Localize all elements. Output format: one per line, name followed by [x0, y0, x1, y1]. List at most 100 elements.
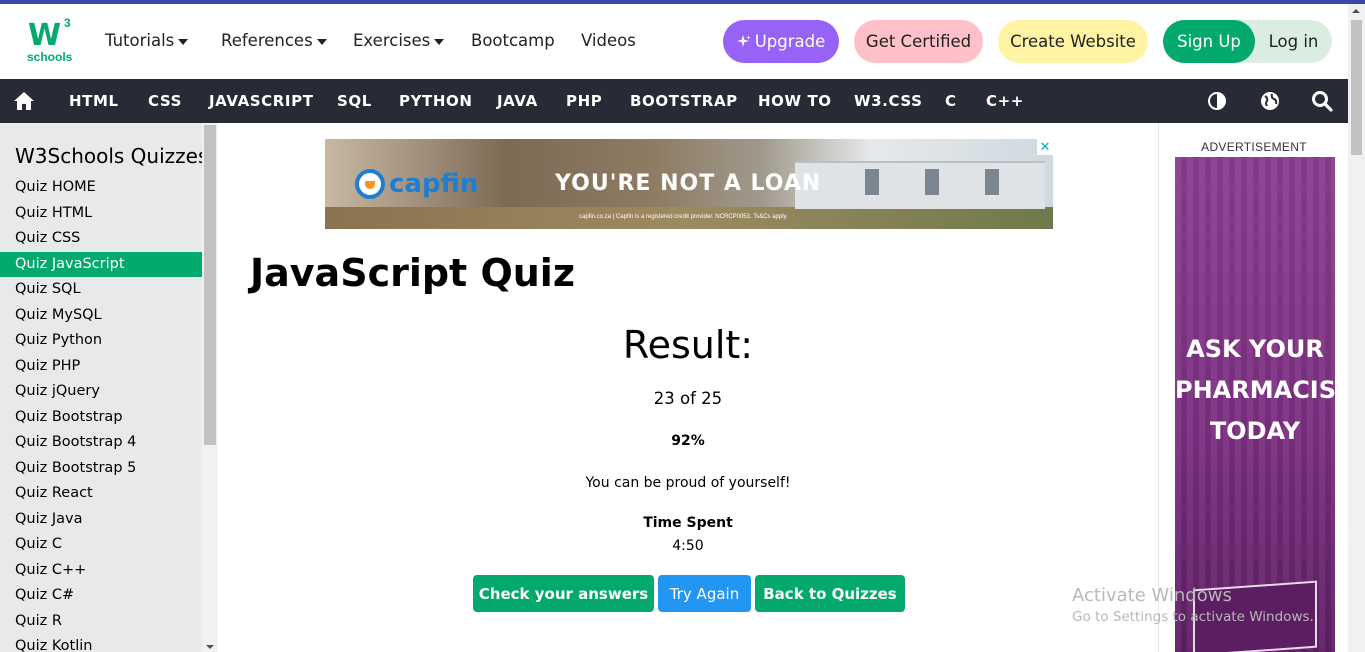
sidebar-item-quiz-php[interactable]: Quiz PHP	[0, 354, 202, 380]
ad-close-icon[interactable]: ✕	[1037, 139, 1053, 155]
sidebar-item-quiz-jquery[interactable]: Quiz jQuery	[0, 379, 202, 405]
upgrade-label: Upgrade	[754, 32, 826, 51]
get-certified-button[interactable]: Get Certified	[854, 20, 983, 63]
sidebar-scrollbar[interactable]	[202, 123, 218, 652]
check-answers-button[interactable]: Check your answers	[473, 575, 654, 612]
logo-wordmark: schools	[27, 50, 73, 64]
sidebar-item-quiz-csharp[interactable]: Quiz C#	[0, 583, 202, 609]
sidebar-item-quiz-javascript[interactable]: Quiz JavaScript	[0, 251, 202, 277]
auth-buttons: Sign Up Log in	[1163, 20, 1332, 63]
time-spent-label: Time Spent	[643, 515, 733, 531]
score-text: 23 of 25	[653, 389, 723, 408]
w3schools-logo[interactable]: W 3 schools	[24, 16, 76, 66]
subnav-javascript[interactable]: JAVASCRIPT	[209, 92, 314, 110]
ad-house-window	[925, 169, 939, 195]
watermark-line-2: Go to Settings to activate Windows.	[1072, 609, 1314, 625]
sidebar-item-quiz-html[interactable]: Quiz HTML	[0, 201, 202, 227]
ad-house-window	[865, 169, 879, 195]
ad-house-wall	[795, 161, 1045, 209]
nav-tutorials[interactable]: Tutorials	[105, 31, 189, 50]
pharmacist-ad-text: ASK YOUR PHARMACIST TODAY	[1175, 329, 1335, 452]
scroll-down-arrow-icon[interactable]	[206, 645, 214, 649]
ad-house-window	[985, 169, 999, 195]
subnav-howto[interactable]: HOW TO	[758, 92, 832, 110]
subnav-sql[interactable]: SQL	[337, 92, 372, 110]
ad-text-line-2: PHARMACIST	[1175, 376, 1335, 404]
nav-bootcamp[interactable]: Bootcamp	[471, 31, 555, 50]
subnav-python[interactable]: PYTHON	[399, 92, 473, 110]
ad-fineprint: capfin.co.za | Capfin is a registered cr…	[579, 214, 788, 220]
scroll-up-arrow-icon[interactable]	[1352, 9, 1360, 13]
subnav-java[interactable]: JAVA	[497, 92, 538, 110]
watermark-line-1: Activate Windows	[1072, 585, 1232, 606]
capfin-logo: capfin	[355, 169, 478, 199]
sidebar-scrollbar-thumb[interactable]	[204, 125, 216, 445]
time-spent-value: 4:50	[672, 538, 704, 554]
sidebar-item-quiz-java[interactable]: Quiz Java	[0, 507, 202, 533]
advertisement-label: ADVERTISEMENT	[1201, 140, 1307, 154]
sidebar-item-quiz-r[interactable]: Quiz R	[0, 609, 202, 635]
activate-windows-watermark: Activate Windows Go to Settings to activ…	[1072, 585, 1314, 625]
subnav-php[interactable]: PHP	[566, 92, 602, 110]
top-navbar: W 3 schools Tutorials References Exercis…	[0, 4, 1348, 79]
upgrade-button[interactable]: Upgrade	[723, 20, 839, 63]
caret-down-icon	[178, 38, 189, 45]
ad-text-line-1: ASK YOUR	[1186, 335, 1324, 363]
logo-mark: W	[28, 18, 61, 53]
sparkle-icon	[736, 34, 751, 47]
main-content: capfin YOU'RE NOT A LOAN capfin.co.za | …	[218, 123, 1158, 652]
search-icon[interactable]	[1311, 90, 1333, 112]
page-scrollbar-thumb[interactable]	[1351, 20, 1362, 155]
sidebar-item-quiz-cplusplus[interactable]: Quiz C++	[0, 558, 202, 584]
nav-references[interactable]: References	[221, 31, 327, 50]
subnav-html[interactable]: HTML	[69, 92, 119, 110]
sign-up-button[interactable]: Sign Up	[1163, 20, 1255, 63]
nav-references-label: References	[221, 31, 313, 50]
sidebar-item-quiz-sql[interactable]: Quiz SQL	[0, 277, 202, 303]
score-percent: 92%	[671, 433, 705, 449]
caret-down-icon	[434, 38, 445, 45]
sidebar-item-quiz-kotlin[interactable]: Quiz Kotlin	[0, 634, 202, 652]
ad-text-line-3: TODAY	[1209, 417, 1301, 445]
subnav-cpp[interactable]: C++	[986, 92, 1024, 110]
try-again-button[interactable]: Try Again	[658, 575, 751, 612]
sidebar-item-quiz-bootstrap-5[interactable]: Quiz Bootstrap 5	[0, 456, 202, 482]
sidebar-item-quiz-home[interactable]: Quiz HOME	[0, 175, 202, 201]
caret-down-icon	[316, 38, 327, 45]
sidebar-item-quiz-css[interactable]: Quiz CSS	[0, 226, 202, 252]
home-icon[interactable]	[13, 90, 35, 112]
ad-brand: capfin	[389, 169, 479, 199]
sidebar-item-quiz-mysql[interactable]: Quiz MySQL	[0, 303, 202, 329]
result-message: You can be proud of yourself!	[585, 475, 791, 491]
subnav-css[interactable]: CSS	[148, 92, 182, 110]
globe-icon[interactable]	[1259, 90, 1281, 112]
nav-videos[interactable]: Videos	[581, 31, 636, 50]
logo-superscript: 3	[64, 16, 71, 30]
top-ad-banner[interactable]: capfin YOU'RE NOT A LOAN capfin.co.za | …	[325, 139, 1053, 229]
sidebar-item-quiz-react[interactable]: Quiz React	[0, 481, 202, 507]
log-in-button[interactable]: Log in	[1255, 20, 1332, 63]
tutorial-navbar: HTML CSS JAVASCRIPT SQL PYTHON JAVA PHP …	[0, 79, 1348, 123]
page-title: JavaScript Quiz	[250, 251, 575, 295]
contrast-icon[interactable]	[1206, 90, 1228, 112]
sidebar-item-quiz-c[interactable]: Quiz C	[0, 532, 202, 558]
sidebar-item-quiz-bootstrap[interactable]: Quiz Bootstrap	[0, 405, 202, 431]
result-heading: Result:	[622, 323, 754, 367]
quiz-sidebar: W3Schools Quizzes Quiz HOME Quiz HTML Quiz…	[0, 123, 218, 652]
back-to-quizzes-button[interactable]: Back to Quizzes	[755, 575, 905, 612]
page-scrollbar[interactable]	[1348, 4, 1365, 652]
pharmacist-ad[interactable]: ASK YOUR PHARMACIST TODAY	[1175, 157, 1335, 652]
subnav-bootstrap[interactable]: BOOTSTRAP	[630, 92, 738, 110]
subnav-w3css[interactable]: W3.CSS	[854, 92, 923, 110]
nav-tutorials-label: Tutorials	[105, 31, 175, 50]
sidebar-title: W3Schools Quizzes	[15, 144, 209, 168]
create-website-button[interactable]: Create Website	[998, 20, 1148, 63]
sidebar-item-quiz-python[interactable]: Quiz Python	[0, 328, 202, 354]
subnav-c[interactable]: C	[945, 92, 957, 110]
capfin-logo-icon	[355, 169, 385, 199]
nav-exercises-label: Exercises	[353, 31, 431, 50]
sidebar-item-quiz-bootstrap-4[interactable]: Quiz Bootstrap 4	[0, 430, 202, 456]
right-ad-column: ADVERTISEMENT ASK YOUR PHARMACIST TODAY	[1158, 123, 1348, 652]
sidebar-list: Quiz HOME Quiz HTML Quiz CSS Quiz JavaScrip…	[0, 175, 202, 652]
nav-exercises[interactable]: Exercises	[353, 31, 445, 50]
